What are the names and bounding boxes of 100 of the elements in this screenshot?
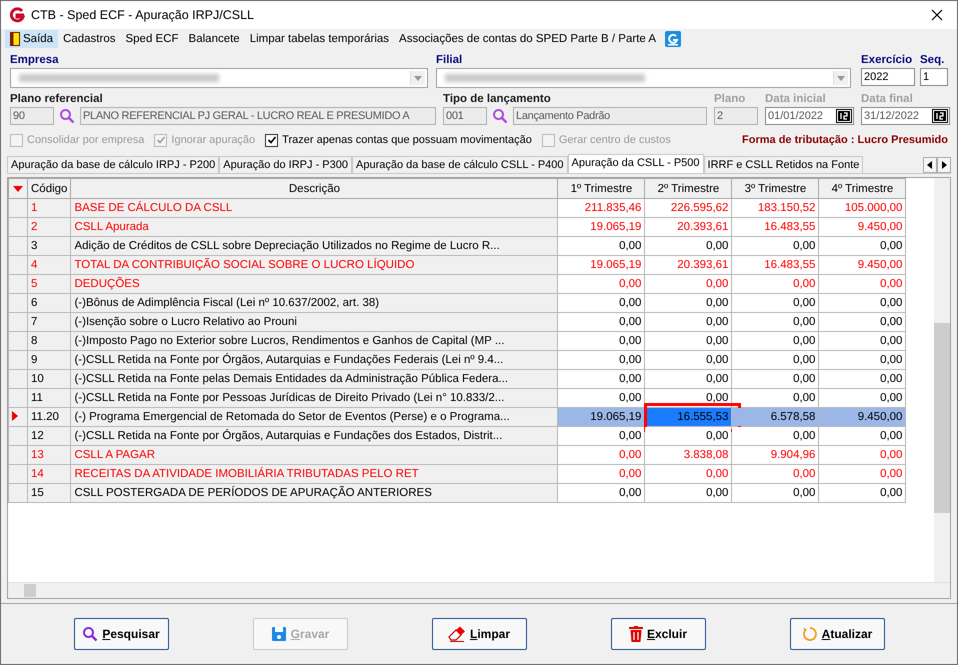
eraser-icon <box>448 626 466 642</box>
table-cell: 15 <box>28 484 71 502</box>
table-cell: 3.838,08 <box>644 446 732 464</box>
table-cell: 0,00 <box>558 388 645 408</box>
trash-can-icon <box>628 626 643 642</box>
table-cell: 0,00 <box>644 332 732 350</box>
table-cell: 0,00 <box>818 388 906 408</box>
table-cell: 0,00 <box>818 426 906 446</box>
table-cell: 6 <box>28 294 71 312</box>
column-header[interactable]: 1º Trimestre <box>558 178 645 198</box>
table-cell: (-)Bônus de Adimplência Fiscal (Lei nº 10.637/2002, art. 38) <box>70 294 558 312</box>
table-cell: (-)Isenção sobre o Lucro Relativo ao Prouni <box>70 312 558 332</box>
tab[interactable]: Apuração da base de cálculo IRPJ - P200 <box>7 156 220 173</box>
close-icon[interactable] <box>931 9 943 21</box>
menu-item[interactable]: Saída <box>5 30 58 48</box>
action-button[interactable]: Excluir <box>610 618 706 650</box>
table-cell: 0,00 <box>644 370 732 388</box>
table-cell: (-)CSLL Retida na Fonte por Órgãos, Autarquias e Fundações dos Estados, Distrit... <box>70 426 558 446</box>
table-cell: 0,00 <box>732 332 819 350</box>
search-icon <box>82 626 98 642</box>
app-logo-icon <box>9 7 25 23</box>
menu-item[interactable]: Limpar tabelas temporárias <box>244 31 394 47</box>
table-cell: 3 <box>28 236 71 256</box>
field-label: Tipo de lançamento <box>443 92 552 107</box>
menu-item[interactable]: Sped ECF <box>120 31 184 47</box>
table-cell: 16.483,55 <box>732 218 819 236</box>
field-label: Plano <box>714 92 746 107</box>
table-cell: 0,00 <box>818 294 906 312</box>
table-cell: 0,00 <box>644 464 732 484</box>
table-cell: (-)Imposto Pago no Exterior sobre Lucros, Rendimentos e Ganhos de Capital (MP ... <box>70 332 558 350</box>
help-logo-icon[interactable] <box>665 31 682 47</box>
table-cell: 0,00 <box>644 274 732 294</box>
table-cell: 1 <box>28 198 71 218</box>
scroll-left-icon[interactable] <box>923 157 937 173</box>
tab[interactable]: Apuração do IRPJ - P300 <box>219 156 352 173</box>
horizontal-scrollbar[interactable] <box>8 582 950 598</box>
tab[interactable]: Apuração da base de cálculo CSLL - P400 <box>352 156 568 173</box>
table-cell: 0,00 <box>732 274 819 294</box>
table-cell: 0,00 <box>558 446 645 464</box>
tab[interactable]: IRRF e CSLL Retidos na Fonte <box>704 156 864 173</box>
search-icon[interactable] <box>492 108 508 124</box>
field-label: Plano referencial <box>10 92 104 107</box>
table-cell: 10 <box>28 370 71 388</box>
table-cell: 0,00 <box>644 312 732 332</box>
table-cell: 0,00 <box>732 294 819 312</box>
table-cell: 0,00 <box>558 370 645 388</box>
menu-item[interactable]: Balancete <box>184 31 245 47</box>
refresh-icon <box>802 626 818 642</box>
action-button[interactable]: Limpar <box>432 618 526 650</box>
table-cell: 0,00 <box>818 370 906 388</box>
table-cell: BASE DE CÁLCULO DA CSLL <box>70 198 558 218</box>
table-cell: 12 <box>28 426 71 446</box>
table-cell: 14 <box>28 464 71 484</box>
table-cell: CSLL POSTERGADA DE PERÍODOS DE APURAÇÃO ANTERIORES <box>70 484 558 502</box>
table-cell: 0,00 <box>818 484 906 502</box>
sequence-field[interactable]: 1 <box>920 68 948 86</box>
table-cell: 5 <box>28 274 71 294</box>
checkbox-option[interactable]: Trazer apenas contas que possuam movimentação <box>265 134 532 146</box>
year-field[interactable]: 2022 <box>861 68 915 86</box>
action-button[interactable]: Pesquisar <box>74 618 168 650</box>
table-cell: RECEITAS DA ATIVIDADE IMOBILIÁRIA TRIBUTADAS PELO RET <box>70 464 558 484</box>
tax-regime-label: Forma de tributação : Lucro Presumido <box>742 134 948 146</box>
table-cell: 0,00 <box>558 426 645 446</box>
vertical-scrollbar[interactable] <box>934 178 950 582</box>
column-header[interactable]: 4º Trimestre <box>818 178 906 198</box>
column-header[interactable]: 2º Trimestre <box>644 178 732 198</box>
table-cell: 0,00 <box>818 464 906 484</box>
table-cell: 0,00 <box>558 294 645 312</box>
table-cell: 0,00 <box>558 312 645 332</box>
table-cell: 226.595,62 <box>644 198 732 218</box>
scroll-right-icon[interactable] <box>937 157 951 173</box>
table-cell: 9.450,00 <box>818 408 906 426</box>
tab[interactable]: Apuração da CSLL - P500 <box>568 154 704 173</box>
column-header[interactable]: 3º Trimestre <box>732 178 819 198</box>
menu-item[interactable]: Cadastros <box>58 31 120 47</box>
table-cell: 11 <box>28 388 71 408</box>
table-cell: CSLL Apurada <box>70 218 558 236</box>
checkmark-icon <box>156 135 166 145</box>
branch-dropdown[interactable] <box>436 68 851 88</box>
search-icon[interactable] <box>59 108 75 124</box>
table-cell: 0,00 <box>732 426 819 446</box>
table-cell: 0,00 <box>644 350 732 370</box>
table-cell: 9.450,00 <box>818 218 906 236</box>
table-cell: 0,00 <box>558 332 645 350</box>
table-cell: 20.393,61 <box>644 256 732 274</box>
table-cell: 8 <box>28 332 71 350</box>
field-label: Seq. <box>920 53 946 68</box>
table-cell: 9 <box>28 350 71 370</box>
table-cell: 11.20 <box>28 408 71 426</box>
column-header[interactable]: Código <box>28 178 71 198</box>
table-cell: 0,00 <box>644 484 732 502</box>
table-cell: 9.904,96 <box>732 446 819 464</box>
table-cell: 20.393,61 <box>644 218 732 236</box>
table-cell: DEDUÇÕES <box>70 274 558 294</box>
column-header[interactable]: Descrição <box>70 178 558 198</box>
table-cell: 0,00 <box>818 446 906 464</box>
menu-item[interactable]: Associações de contas do SPED Parte B / Parte A <box>394 31 662 47</box>
table-cell: TOTAL DA CONTRIBUIÇÃO SOCIAL SOBRE O LUCRO LÍQUIDO <box>70 256 558 274</box>
action-button[interactable]: Atualizar <box>790 618 884 650</box>
company-dropdown[interactable] <box>10 68 428 88</box>
